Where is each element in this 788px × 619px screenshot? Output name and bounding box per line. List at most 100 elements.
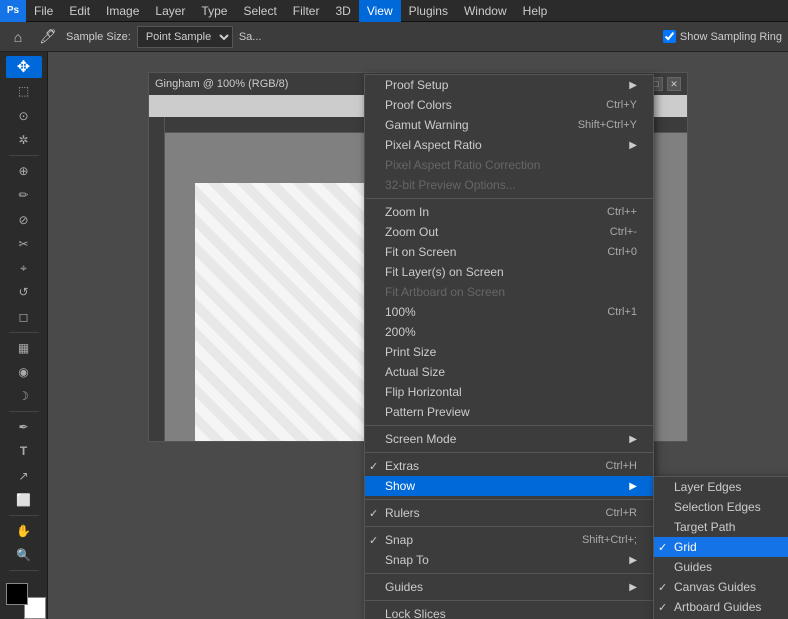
extras-check: ✓ xyxy=(369,460,378,473)
menu-image[interactable]: Image xyxy=(98,0,147,22)
menu-lock-slices[interactable]: Lock Slices xyxy=(365,604,653,619)
submenu-canvas-guides[interactable]: ✓ Canvas Guides xyxy=(654,577,788,597)
divider-4 xyxy=(365,499,653,500)
canvas-title: Gingham @ 100% (RGB/8) xyxy=(155,78,288,90)
menu-snap[interactable]: ✓ Snap Shift+Ctrl+; xyxy=(365,530,653,550)
snap-shortcut: Shift+Ctrl+; xyxy=(582,534,637,546)
gamut-warning-label: Gamut Warning xyxy=(385,118,469,132)
tool-move[interactable]: ✥ xyxy=(6,56,42,78)
menu-fit-screen[interactable]: Fit on Screen Ctrl+0 xyxy=(365,242,653,262)
submenu-selection-edges[interactable]: Selection Edges xyxy=(654,497,788,517)
menu-rulers[interactable]: ✓ Rulers Ctrl+R xyxy=(365,503,653,523)
menu-type[interactable]: Type xyxy=(193,0,235,22)
tool-gradient[interactable]: ▦ xyxy=(6,337,42,359)
layer-edges-label: Layer Edges xyxy=(674,480,741,494)
submenu-artboard-guides[interactable]: ✓ Artboard Guides xyxy=(654,597,788,617)
menu-proof-setup[interactable]: Proof Setup ▶ xyxy=(365,75,653,95)
zoom-in-label: Zoom In xyxy=(385,205,429,219)
tool-separator-3 xyxy=(9,411,39,412)
tool-dodge[interactable]: ☽ xyxy=(6,385,42,407)
menu-fit-layers[interactable]: Fit Layer(s) on Screen xyxy=(365,262,653,282)
tool-spot-heal[interactable]: ⊘ xyxy=(6,208,42,230)
fit-screen-label: Fit on Screen xyxy=(385,245,456,259)
tool-pen[interactable]: ✒ xyxy=(6,416,42,438)
menu-3d[interactable]: 3D xyxy=(327,0,358,22)
menu-snap-to[interactable]: Snap To ▶ xyxy=(365,550,653,570)
actual-size-label: Actual Size xyxy=(385,365,445,379)
tool-zoom[interactable]: 🔍 xyxy=(6,544,42,566)
menu-filter[interactable]: Filter xyxy=(285,0,328,22)
canvas-guides-label: Canvas Guides xyxy=(674,580,756,594)
menu-zoom-in[interactable]: Zoom In Ctrl++ xyxy=(365,202,653,222)
menu-edit[interactable]: Edit xyxy=(61,0,98,22)
tool-crop[interactable]: ⊕ xyxy=(6,160,42,182)
menu-zoom-out[interactable]: Zoom Out Ctrl+- xyxy=(365,222,653,242)
tool-brush[interactable]: ✂ xyxy=(6,233,42,255)
menu-200pct[interactable]: 200% xyxy=(365,322,653,342)
divider-3 xyxy=(365,452,653,453)
menu-layer[interactable]: Layer xyxy=(147,0,193,22)
menu-screen-mode[interactable]: Screen Mode ▶ xyxy=(365,429,653,449)
target-path-label: Target Path xyxy=(674,520,735,534)
tool-blur[interactable]: ◉ xyxy=(6,361,42,383)
tool-eyedropper[interactable]: ✏ xyxy=(6,184,42,206)
sampling-ring-label: Show Sampling Ring xyxy=(680,31,782,43)
menu-pixel-aspect[interactable]: Pixel Aspect Ratio ▶ xyxy=(365,135,653,155)
menu-proof-colors[interactable]: Proof Colors Ctrl+Y xyxy=(365,95,653,115)
menu-fit-artboard: Fit Artboard on Screen xyxy=(365,282,653,302)
tool-magic-wand[interactable]: ✲ xyxy=(6,129,42,151)
tool-separator-5 xyxy=(9,570,39,571)
menu-plugins[interactable]: Plugins xyxy=(401,0,456,22)
view-menu[interactable]: Proof Setup ▶ Proof Colors Ctrl+Y Gamut … xyxy=(364,74,654,619)
left-panel: ✥ ⬚ ⊙ ✲ ⊕ ✏ ⊘ ✂ ⌖ ↺ ◻ ▦ ◉ ☽ ✒ T ↗ ⬜ ✋ 🔍 xyxy=(0,52,48,619)
tool-select-rect[interactable]: ⬚ xyxy=(6,80,42,102)
divider-6 xyxy=(365,573,653,574)
submenu-target-path[interactable]: Target Path Shift+Ctrl+H xyxy=(654,517,788,537)
tool-path-select[interactable]: ↗ xyxy=(6,465,42,487)
show-arrow: ▶ xyxy=(629,481,637,492)
tool-separator-2 xyxy=(9,332,39,333)
menu-print-size[interactable]: Print Size xyxy=(365,342,653,362)
submenu-layer-edges[interactable]: Layer Edges xyxy=(654,477,788,497)
menu-view[interactable]: View xyxy=(359,0,401,22)
screen-mode-label: Screen Mode xyxy=(385,432,456,446)
menu-bar: Ps File Edit Image Layer Type Select Fil… xyxy=(0,0,788,22)
close-button[interactable]: ✕ xyxy=(667,77,681,91)
menu-guides[interactable]: Guides ▶ xyxy=(365,577,653,597)
menu-help[interactable]: Help xyxy=(515,0,556,22)
menu-actual-size[interactable]: Actual Size xyxy=(365,362,653,382)
submenu-guides[interactable]: Guides Ctrl+; xyxy=(654,557,788,577)
menu-show[interactable]: Show ▶ Layer Edges Selection Edges Targe… xyxy=(365,476,653,496)
foreground-color[interactable] xyxy=(6,583,28,605)
pixel-aspect-correction-label: Pixel Aspect Ratio Correction xyxy=(385,158,540,172)
sample-size-select[interactable]: Point Sample xyxy=(137,26,233,48)
tool-type[interactable]: T xyxy=(6,440,42,462)
eyedropper-button[interactable]: 🖊 xyxy=(36,25,60,49)
tool-hand[interactable]: ✋ xyxy=(6,520,42,542)
menu-file[interactable]: File xyxy=(26,0,61,22)
main-layout: ✥ ⬚ ⊙ ✲ ⊕ ✏ ⊘ ✂ ⌖ ↺ ◻ ▦ ◉ ☽ ✒ T ↗ ⬜ ✋ 🔍 xyxy=(0,52,788,619)
sampling-ring-checkbox[interactable] xyxy=(663,30,676,43)
gamut-warning-shortcut: Shift+Ctrl+Y xyxy=(578,119,637,131)
menu-flip-horizontal[interactable]: Flip Horizontal xyxy=(365,382,653,402)
tool-eraser[interactable]: ◻ xyxy=(6,306,42,328)
tool-lasso[interactable]: ⊙ xyxy=(6,105,42,127)
proof-colors-shortcut: Ctrl+Y xyxy=(606,99,637,111)
menu-extras[interactable]: ✓ Extras Ctrl+H xyxy=(365,456,653,476)
tool-shape[interactable]: ⬜ xyxy=(6,489,42,511)
menu-gamut-warning[interactable]: Gamut Warning Shift+Ctrl+Y xyxy=(365,115,653,135)
tool-clone[interactable]: ⌖ xyxy=(6,257,42,279)
menu-pattern-preview[interactable]: Pattern Preview xyxy=(365,402,653,422)
menu-100pct[interactable]: 100% Ctrl+1 xyxy=(365,302,653,322)
guides-arrow: ▶ xyxy=(629,582,637,593)
tool-separator-1 xyxy=(9,155,39,156)
menu-window[interactable]: Window xyxy=(456,0,515,22)
tool-history-brush[interactable]: ↺ xyxy=(6,281,42,303)
show-submenu[interactable]: Layer Edges Selection Edges Target Path … xyxy=(653,476,788,619)
canvas-area: Gingham @ 100% (RGB/8) _ □ ✕ Proof Setup xyxy=(48,52,788,619)
submenu-grid[interactable]: ✓ Grid Ctrl+' xyxy=(654,537,788,557)
fit-artboard-label: Fit Artboard on Screen xyxy=(385,285,505,299)
menu-select[interactable]: Select xyxy=(235,0,284,22)
snap-label: Snap xyxy=(385,533,413,547)
home-button[interactable]: ⌂ xyxy=(6,25,30,49)
